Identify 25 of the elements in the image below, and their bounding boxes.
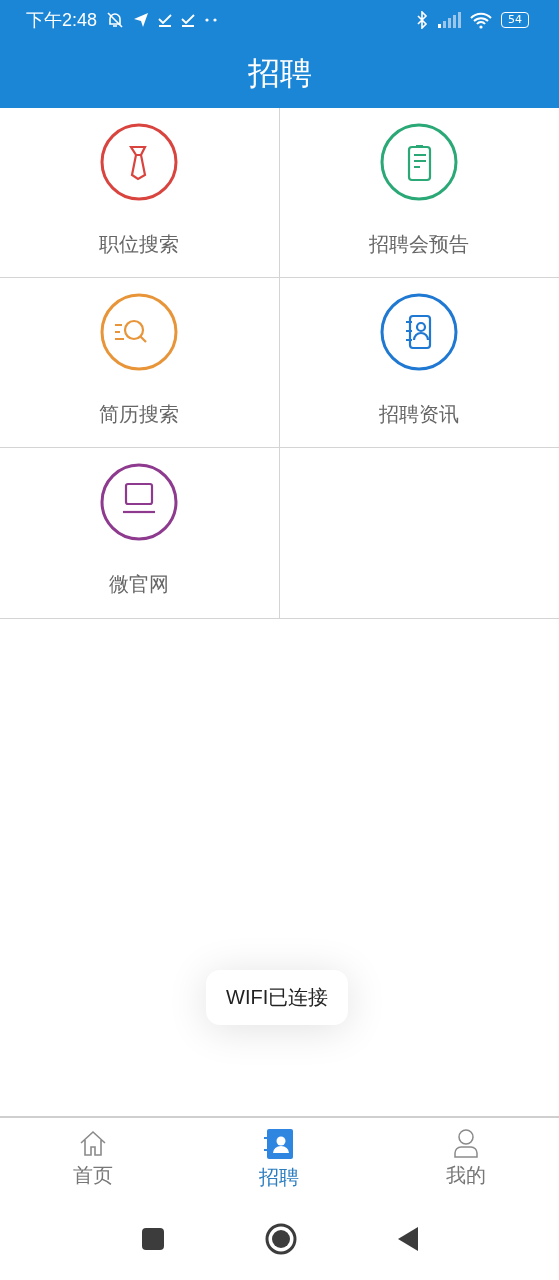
toast-message: WIFI已连接	[206, 970, 349, 1025]
contact-book-icon	[264, 1128, 295, 1160]
menu-tile[interactable]: 招聘会预告	[279, 108, 559, 278]
wifi-icon	[470, 11, 492, 29]
home-button[interactable]	[264, 1223, 297, 1255]
menu-tile[interactable]: 职位搜索	[0, 108, 280, 278]
person-icon	[451, 1128, 480, 1158]
menu-tile[interactable]: 简历搜索	[0, 278, 280, 448]
bluetooth-icon	[416, 11, 428, 29]
send-icon	[133, 12, 150, 28]
nav-tab[interactable]: 招聘	[186, 1118, 373, 1204]
battery-indicator: 54	[501, 12, 529, 28]
mute-bell-icon	[106, 11, 125, 29]
check-icon	[181, 12, 196, 28]
signal-icon	[437, 12, 461, 28]
more-dots-icon	[204, 17, 219, 23]
status-time: 下午2:48	[26, 9, 98, 32]
menu-tile[interactable]: 招聘资讯	[279, 278, 559, 448]
recents-button[interactable]	[140, 1227, 165, 1251]
check-icon	[158, 12, 173, 28]
nav-tab[interactable]: 首页	[0, 1118, 187, 1204]
back-button[interactable]	[396, 1226, 419, 1252]
menu-tile[interactable]: 微官网	[0, 448, 280, 618]
page-title: 招聘	[246, 53, 313, 94]
nav-tab[interactable]: 我的	[372, 1118, 559, 1204]
